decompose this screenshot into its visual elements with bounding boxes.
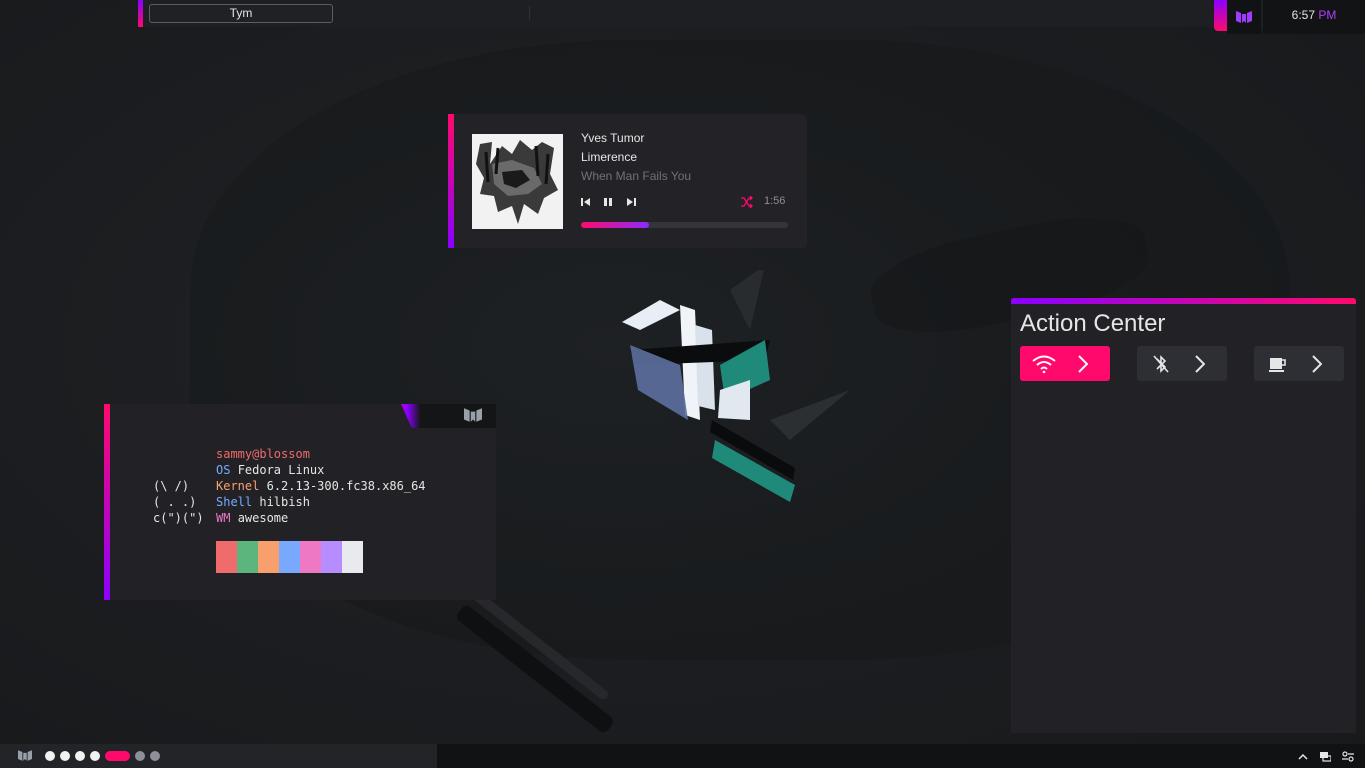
workspace-indicator[interactable]	[135, 751, 145, 761]
ascii-line-3: c(")(")	[153, 511, 204, 525]
ascii-line-1: (\ /)	[153, 479, 190, 493]
album-art	[472, 134, 563, 229]
palette-swatch	[342, 541, 363, 573]
top-bar-accent	[138, 0, 143, 27]
os-row: OS Fedora Linux	[216, 463, 324, 477]
chevron-right-icon[interactable]	[1068, 346, 1098, 381]
wifi-toggle[interactable]	[1020, 346, 1110, 381]
bluetooth-toggle[interactable]	[1137, 346, 1227, 381]
wm-row: WM awesome	[216, 511, 288, 525]
shell-key: Shell	[216, 495, 253, 509]
music-accent	[448, 114, 454, 248]
track-progress-fill	[581, 222, 650, 228]
workspace-indicator[interactable]	[45, 751, 55, 761]
clock-ampm: PM	[1318, 8, 1337, 22]
kernel-value: 6.2.13-300.fc38.x86_64	[266, 479, 426, 493]
action-center-title: Action Center	[1020, 310, 1166, 337]
chevron-up-icon[interactable]	[1298, 749, 1308, 767]
os-key: OS	[216, 463, 231, 477]
wifi-icon	[1020, 346, 1068, 381]
workspace-indicator[interactable]	[60, 751, 70, 761]
workspace-indicator[interactable]	[75, 751, 85, 761]
palette-swatch	[216, 541, 237, 573]
workspace-indicator[interactable]	[105, 751, 130, 761]
user-host: sammy@blossom	[216, 447, 310, 461]
previous-track-icon[interactable]	[579, 195, 593, 209]
divider	[529, 6, 530, 20]
ascii-line-2: ( . .)	[153, 495, 197, 509]
taskbar-right	[437, 744, 1365, 768]
launcher-logo-icon[interactable]	[18, 749, 32, 767]
menu-logo-icon[interactable]	[1227, 0, 1261, 34]
fetch-accent	[104, 404, 110, 600]
shell-row: Shell hilbish	[216, 495, 310, 509]
kernel-row: Kernel 6.2.13-300.fc38.x86_64	[216, 479, 426, 493]
shell-value: hilbish	[259, 495, 310, 509]
os-value: Fedora Linux	[237, 463, 325, 477]
bluetooth-off-icon	[1137, 346, 1185, 381]
wm-key: WM	[216, 511, 231, 525]
palette-swatch	[279, 541, 300, 573]
wm-value: awesome	[237, 511, 289, 525]
track-album: Limerence	[581, 150, 638, 164]
action-center: Action Center	[1011, 298, 1356, 733]
wallpaper-logo	[622, 270, 850, 502]
shuffle-icon[interactable]	[739, 195, 753, 209]
palette-swatch	[237, 541, 258, 573]
settings-icon[interactable]	[1342, 749, 1354, 767]
workspace-indicator[interactable]	[90, 751, 100, 761]
clock-time: 6:57	[1291, 8, 1315, 22]
system-info-widget: sammy@blossom (\ /) ( . .) c(")(") OS Fe…	[104, 404, 496, 600]
coffee-cup-icon	[1254, 346, 1302, 381]
palette-swatch	[300, 541, 321, 573]
music-player: Yves Tumor Limerence When Man Fails You …	[448, 114, 807, 248]
top-bar: Tym	[138, 0, 1365, 27]
track-progress-bar[interactable]	[581, 222, 788, 228]
track-title: When Man Fails You	[581, 169, 692, 183]
display-icon[interactable]	[1320, 749, 1332, 767]
track-artist: Yves Tumor	[581, 131, 645, 145]
pause-icon[interactable]	[601, 195, 615, 209]
chevron-right-icon[interactable]	[1185, 346, 1215, 381]
palette-swatch	[321, 541, 342, 573]
top-right-accent	[1214, 0, 1227, 31]
workspace-indicator[interactable]	[150, 751, 160, 761]
action-center-accent	[1011, 298, 1356, 304]
widget-logo-icon	[464, 407, 482, 428]
clock[interactable]: 6:57 PM	[1263, 0, 1365, 34]
search-box[interactable]: Tym	[149, 4, 333, 23]
palette-swatch	[258, 541, 279, 573]
chevron-right-icon[interactable]	[1302, 346, 1332, 381]
track-elapsed-time: 1:56	[764, 195, 786, 207]
caffeine-toggle[interactable]	[1254, 346, 1344, 381]
kernel-key: Kernel	[216, 479, 260, 493]
next-track-icon[interactable]	[624, 195, 638, 209]
